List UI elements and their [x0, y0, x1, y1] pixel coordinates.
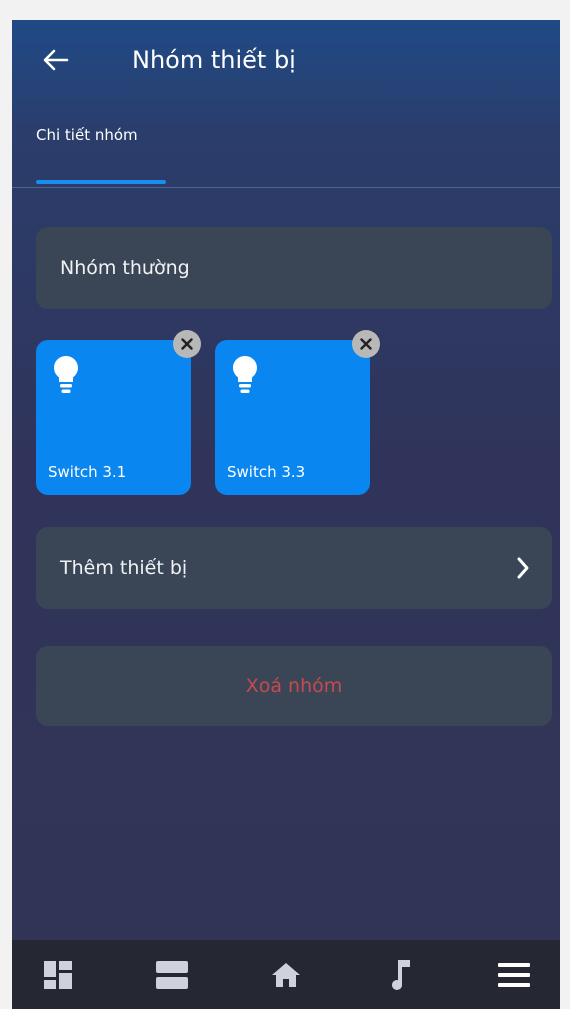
tab-divider [12, 187, 560, 188]
device-name: Switch 3.3 [227, 463, 306, 481]
bulb-icon [233, 356, 257, 393]
remove-device-button[interactable] [173, 330, 201, 358]
nav-music[interactable] [366, 945, 434, 1005]
music-icon [392, 959, 410, 990]
add-device-label: Thêm thiết bị [60, 557, 188, 579]
delete-group-button[interactable]: Xoá nhóm [36, 646, 552, 726]
tab-label: Chi tiết nhóm [36, 126, 138, 144]
nav-home[interactable] [252, 945, 320, 1005]
group-type-field[interactable]: Nhóm thường [36, 227, 552, 309]
device-tile-switch-3-3[interactable]: Switch 3.3 [215, 330, 380, 495]
menu-icon [498, 962, 530, 987]
back-button[interactable] [34, 38, 78, 82]
bulb-icon [54, 356, 78, 393]
remove-device-button[interactable] [352, 330, 380, 358]
group-type-label: Nhóm thường [60, 257, 190, 279]
rooms-icon [156, 960, 188, 989]
arrow-left-icon [43, 49, 69, 71]
nav-dashboard[interactable] [24, 945, 92, 1005]
chevron-right-icon [517, 557, 529, 579]
page-title: Nhóm thiết bị [132, 46, 296, 74]
bottom-nav [12, 940, 560, 1009]
device-name: Switch 3.1 [48, 463, 127, 481]
nav-rooms[interactable] [138, 945, 206, 1005]
device-tile-switch-3-1[interactable]: Switch 3.1 [36, 330, 201, 495]
dashboard-icon [44, 960, 72, 989]
close-icon [360, 338, 372, 350]
delete-group-label: Xoá nhóm [245, 675, 343, 697]
close-icon [181, 338, 193, 350]
nav-menu[interactable] [480, 945, 548, 1005]
home-icon [272, 962, 300, 987]
top-bar: Nhóm thiết bị [12, 20, 560, 100]
app-screen: Nhóm thiết bị Chi tiết nhóm Nhóm thường … [12, 20, 560, 1009]
tab-active-indicator [36, 180, 166, 184]
tab-group-details[interactable]: Chi tiết nhóm [36, 118, 166, 188]
add-device-button[interactable]: Thêm thiết bị [36, 527, 552, 609]
